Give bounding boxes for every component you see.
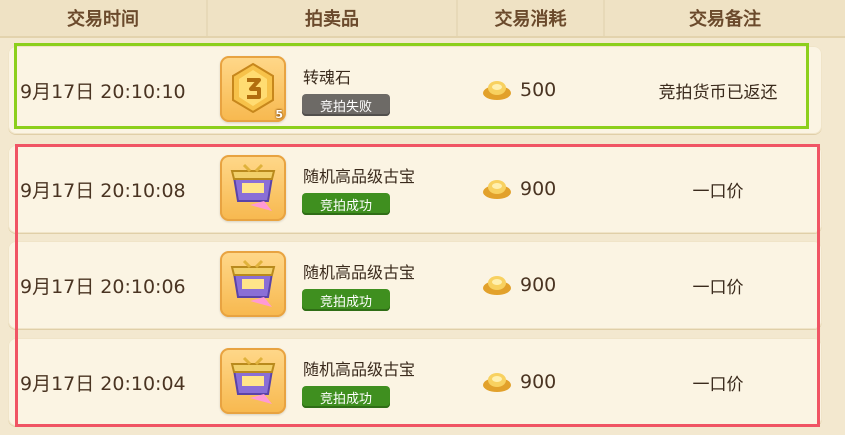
table-header: 交易时间 拍卖品 交易消耗 交易备注 [0, 0, 845, 38]
cost-amount: 900 [520, 371, 557, 393]
header-note: 交易备注 [689, 9, 761, 30]
record-time: 9月17日 20:10:10 [20, 80, 186, 103]
treasure-chest-icon[interactable] [220, 348, 286, 414]
item-quantity: 5 [275, 108, 283, 121]
item-name: 随机高品级古宝 [303, 263, 416, 282]
item-name: 转魂石 [303, 68, 352, 87]
record-time: 9月17日 20:10:04 [20, 372, 186, 395]
table-row: 9月17日 20:10:06 随机高品级古宝 竞拍成功 900 一口价 [8, 241, 822, 329]
record-note: 一口价 [692, 277, 744, 298]
gold-ingot-icon [483, 81, 511, 100]
table-row: 9月17日 20:10:04 随机高品级古宝 竞拍成功 900 一口价 [8, 338, 822, 426]
item-name: 随机高品级古宝 [303, 167, 416, 186]
cost-amount: 900 [520, 178, 557, 200]
header-time: 交易时间 [0, 0, 208, 36]
header-item: 拍卖品 [208, 0, 458, 36]
status-badge: 竞拍失败 [302, 94, 390, 116]
gold-ingot-icon [483, 373, 511, 392]
record-time: 9月17日 20:10:06 [20, 275, 186, 298]
record-note: 一口价 [692, 181, 744, 202]
table-row: 9月17日 20:10:10 5 转魂石 竞拍失败 500 竞拍货币已返还 [8, 46, 822, 134]
record-note: 一口价 [692, 374, 744, 395]
treasure-chest-icon[interactable] [220, 155, 286, 221]
record-time: 9月17日 20:10:08 [20, 179, 186, 202]
status-badge: 竞拍成功 [302, 386, 390, 408]
gold-ingot-icon [483, 180, 511, 199]
cost-amount: 900 [520, 274, 557, 296]
cost-amount: 500 [520, 79, 557, 101]
treasure-chest-icon[interactable] [220, 251, 286, 317]
gold-ingot-icon [483, 276, 511, 295]
soul-stone-icon[interactable]: 5 [220, 56, 286, 122]
table-row: 9月17日 20:10:08 随机高品级古宝 竞拍成功 900 一口价 [8, 145, 822, 233]
record-note: 竞拍货币已返还 [658, 82, 778, 103]
status-badge: 竞拍成功 [302, 289, 390, 311]
item-name: 随机高品级古宝 [303, 360, 416, 379]
status-badge: 竞拍成功 [302, 193, 390, 215]
header-cost: 交易消耗 [458, 0, 605, 36]
